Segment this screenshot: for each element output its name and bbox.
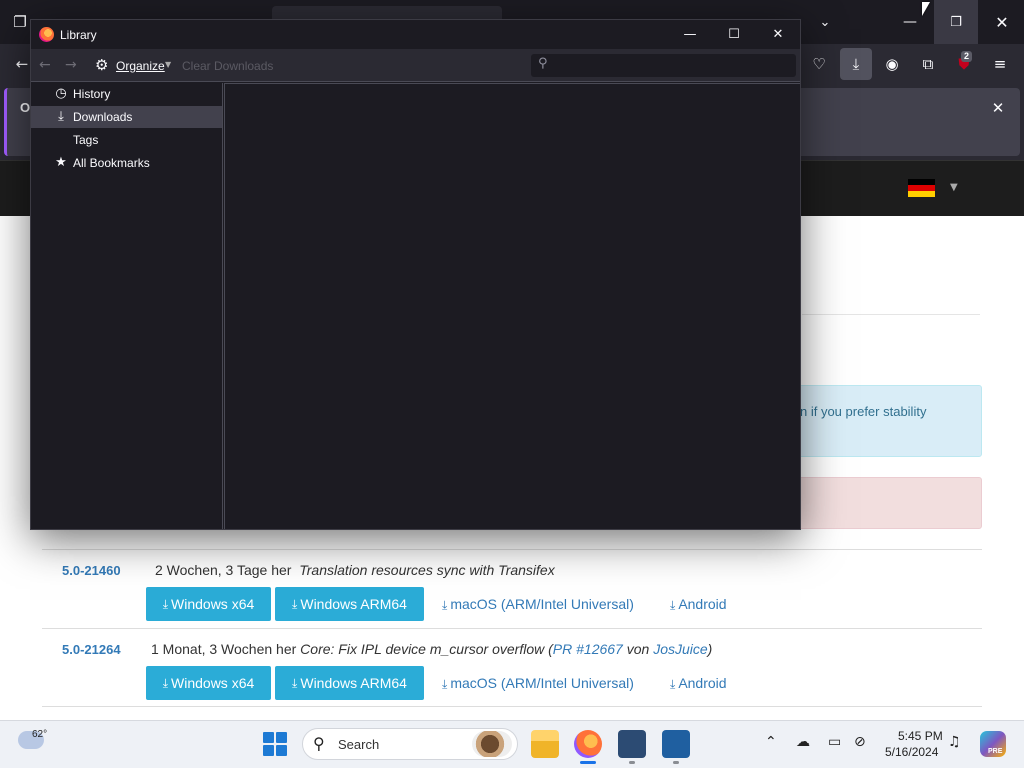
download-macos-link[interactable]: ⤓ macOS (ARM/Intel Universal)	[442, 675, 634, 692]
build-message: Translation resources sync with Transife…	[299, 562, 555, 578]
caret-down-icon: ▼	[165, 60, 172, 69]
ublock-badge: 2	[961, 51, 973, 62]
download-icon: ⤓	[670, 598, 676, 612]
taskbar-search-label: Search	[338, 737, 380, 752]
clock-date[interactable]: 5/16/2024	[885, 745, 938, 759]
build-description: 2 Wochen, 3 Tage her Translation resourc…	[155, 562, 555, 578]
download-icon: ⤓	[292, 675, 298, 690]
sidebar-item-all-bookmarks[interactable]: ★ All Bookmarks	[31, 152, 222, 174]
chevron-up-icon[interactable]: ⌃	[765, 734, 777, 750]
cloud-icon[interactable]: ☁	[796, 734, 810, 750]
clock-icon: ◷	[55, 86, 67, 101]
weather-temperature[interactable]: 62°	[32, 729, 47, 740]
download-windows-arm64-button[interactable]: ⤓ Windows ARM64	[275, 587, 424, 621]
download-windows-x64-button[interactable]: ⤓ Windows x64	[146, 587, 271, 621]
arrow-left-icon[interactable]: ←	[39, 57, 51, 73]
chevron-down-icon[interactable]: ⌄	[810, 0, 840, 44]
mouse-cursor-icon	[922, 2, 930, 16]
running-app-indicator	[673, 761, 679, 764]
star-icon: ★	[55, 155, 67, 170]
sidebar-item-tags[interactable]: Tags	[31, 129, 222, 151]
notification-text: O	[20, 100, 31, 115]
download-icon: ⤓	[292, 596, 298, 611]
divider	[802, 314, 980, 315]
sidebar-item-label: Tags	[73, 133, 99, 147]
arrow-right-icon[interactable]: →	[65, 57, 77, 73]
info-alert-text: n if you prefer stability	[800, 404, 927, 419]
download-icon: ⤓	[670, 677, 676, 691]
download-windows-x64-button[interactable]: ⤓ Windows x64	[146, 666, 271, 700]
virtualbox-icon[interactable]	[618, 730, 646, 758]
build-row: 5.0-21264 1 Monat, 3 Wochen her Core: Fi…	[42, 628, 982, 706]
hamburger-icon[interactable]: ≡	[984, 48, 1016, 80]
network-icon[interactable]: ⊘	[854, 734, 866, 750]
search-icon: ⚲	[313, 734, 325, 753]
windows-start-button[interactable]	[263, 732, 287, 756]
search-icon: ⚲	[538, 56, 548, 71]
download-icon[interactable]: ⤓	[840, 48, 872, 80]
download-icon: ⤓	[58, 109, 64, 124]
downloads-list[interactable]	[224, 83, 800, 529]
restore-icon[interactable]: ❐	[934, 0, 978, 44]
gear-icon[interactable]: ⚙	[95, 56, 108, 74]
download-icon: ⤓	[442, 677, 448, 691]
copilot-badge: PRE	[988, 748, 1003, 755]
build-message: Core: Fix IPL device m_cursor overflow (	[300, 641, 553, 657]
file-explorer-icon[interactable]	[531, 730, 559, 758]
account-icon[interactable]: ◉	[876, 48, 908, 80]
author-link[interactable]: JosJuice	[653, 641, 707, 657]
app-icon[interactable]	[662, 730, 690, 758]
pull-request-link[interactable]: PR #12667	[553, 641, 623, 657]
close-icon[interactable]: ✕	[988, 96, 1008, 120]
sidebar-item-label: History	[73, 87, 111, 101]
library-search-input[interactable]	[531, 54, 796, 77]
flag-germany-icon[interactable]	[908, 179, 935, 197]
close-icon[interactable]: ✕	[756, 20, 800, 49]
download-android-link[interactable]: ⤓ Android	[670, 675, 727, 692]
build-age: 1 Monat, 3 Wochen her	[151, 641, 297, 657]
divider	[42, 706, 982, 707]
download-icon: ⤓	[162, 675, 169, 690]
running-app-indicator	[629, 761, 635, 764]
build-version-link[interactable]: 5.0-21264	[62, 642, 121, 657]
caret-down-icon[interactable]: ▼	[950, 182, 958, 193]
sidebar-item-history[interactable]: ◷ History	[31, 83, 222, 105]
download-icon: ⤓	[442, 598, 448, 612]
sidebar-item-downloads[interactable]: ⤓ Downloads	[31, 106, 222, 128]
library-toolbar: ← → ⚙ Organize ▼ Clear Downloads ⚲	[31, 49, 800, 82]
download-windows-arm64-button[interactable]: ⤓ Windows ARM64	[275, 666, 424, 700]
display-icon[interactable]: ▭	[828, 734, 841, 750]
puzzle-icon[interactable]: ⧉	[912, 48, 944, 80]
organize-menu-button[interactable]: Organize	[116, 59, 165, 73]
download-macos-link[interactable]: ⤓ macOS (ARM/Intel Universal)	[442, 596, 634, 613]
build-version-link[interactable]: 5.0-21460	[62, 563, 121, 578]
firefox-logo-icon	[39, 27, 54, 42]
library-titlebar: Library — ☐ ✕	[31, 20, 800, 49]
build-age: 2 Wochen, 3 Tage her	[155, 562, 292, 578]
build-description: 1 Monat, 3 Wochen her Core: Fix IPL devi…	[151, 641, 713, 657]
library-window: Library — ☐ ✕ ← → ⚙ Organize ▼ Clear Dow…	[30, 19, 801, 530]
download-icon: ⤓	[162, 596, 169, 611]
sidebar-item-label: All Bookmarks	[73, 156, 150, 170]
download-android-link[interactable]: ⤓ Android	[670, 596, 727, 613]
clear-downloads-button[interactable]: Clear Downloads	[182, 59, 273, 73]
tab-overview-icon[interactable]: ❐	[8, 0, 32, 44]
bell-icon[interactable]: ♫	[948, 734, 961, 750]
close-icon[interactable]: ✕	[980, 0, 1024, 44]
maximize-icon[interactable]: ☐	[712, 20, 756, 49]
sidebar-item-label: Downloads	[73, 110, 133, 124]
pocket-icon[interactable]: ♡	[803, 48, 835, 80]
search-highlight-icon	[472, 731, 512, 757]
build-row: 5.0-21460 2 Wochen, 3 Tage her Translati…	[42, 549, 982, 627]
active-app-indicator	[580, 761, 596, 764]
library-sidebar: ◷ History ⤓ Downloads Tags ★ All Bookmar…	[31, 83, 223, 529]
library-title: Library	[60, 28, 97, 42]
firefox-icon[interactable]	[574, 730, 602, 758]
clock-time[interactable]: 5:45 PM	[898, 729, 943, 743]
minimize-icon[interactable]: —	[668, 20, 712, 49]
